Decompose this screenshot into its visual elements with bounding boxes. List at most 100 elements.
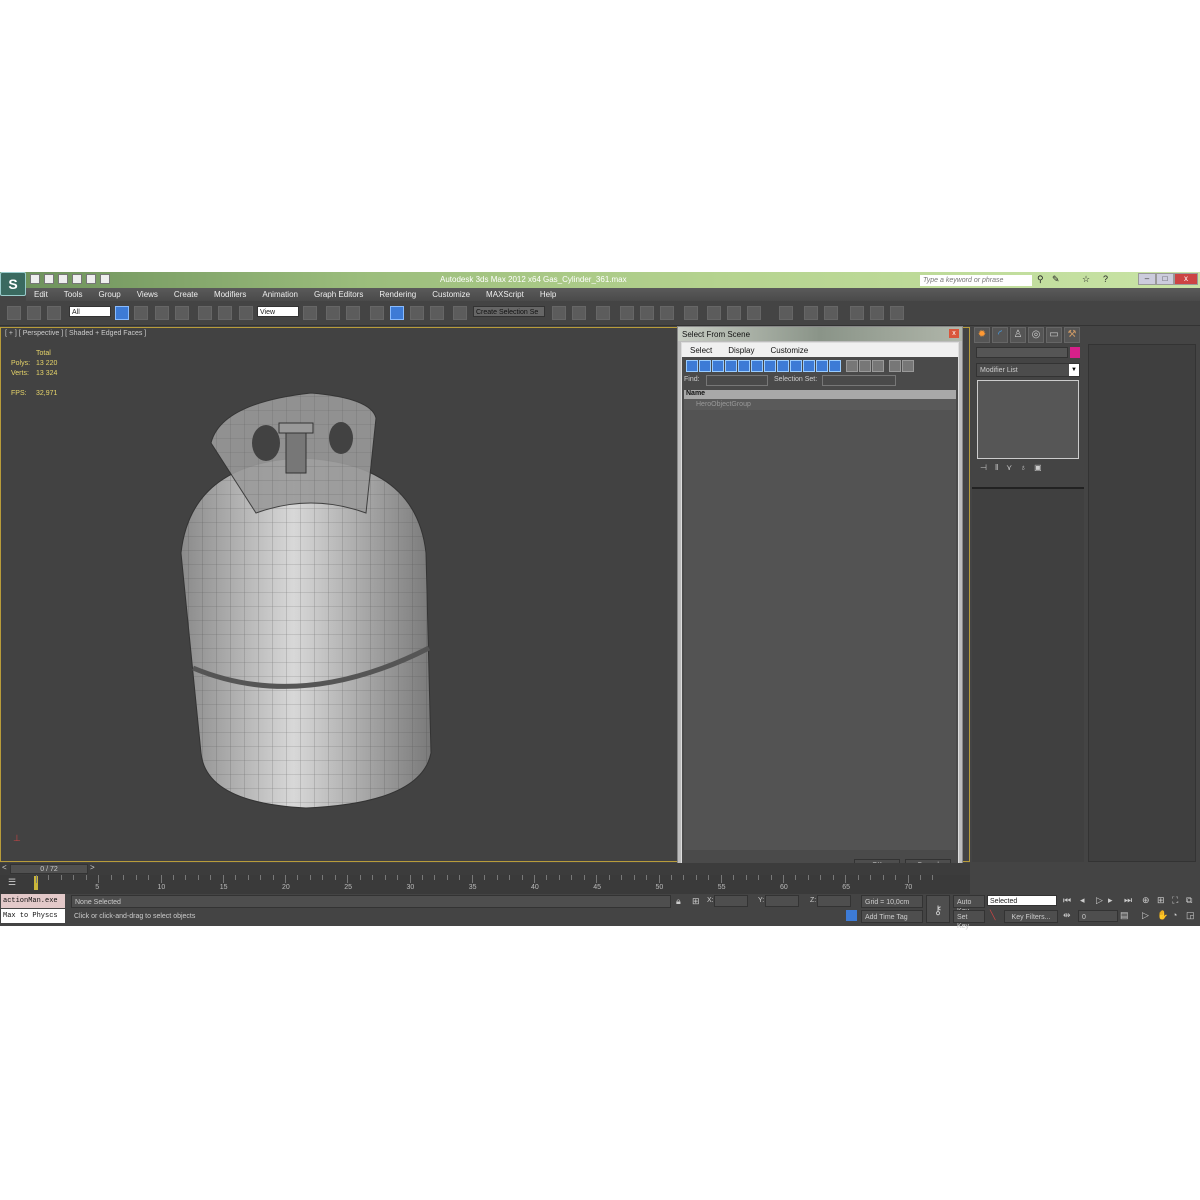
physx-icon[interactable] bbox=[779, 306, 793, 320]
help-icon[interactable]: ? bbox=[1103, 274, 1108, 284]
list-item[interactable]: HeroObjectGroup bbox=[684, 399, 956, 410]
prev-frame-icon[interactable]: < bbox=[2, 863, 7, 872]
physx-objects-icon[interactable] bbox=[804, 306, 818, 320]
viewport-label[interactable]: [ + ] [ Perspective ] [ Shaded + Edged F… bbox=[5, 330, 146, 337]
time-slider[interactable]: 0 / 72 bbox=[10, 864, 88, 874]
menu-animation[interactable]: Animation bbox=[254, 288, 306, 301]
make-unique-icon[interactable]: ⋎ bbox=[1006, 463, 1012, 472]
invert-selection-icon[interactable] bbox=[872, 360, 884, 372]
project-icon[interactable] bbox=[100, 274, 110, 284]
key-mode-toggle-icon[interactable]: ⇹ bbox=[1063, 910, 1071, 921]
zoom-icon[interactable]: ⊕ bbox=[1142, 895, 1150, 906]
mirror-icon[interactable] bbox=[552, 306, 566, 320]
lock-icon[interactable]: 🔒︎ bbox=[676, 896, 681, 907]
select-none-icon[interactable] bbox=[859, 360, 871, 372]
object-color-swatch[interactable] bbox=[1070, 347, 1080, 358]
helpers-filter-icon[interactable] bbox=[738, 360, 750, 372]
x-coord-field[interactable] bbox=[714, 895, 748, 907]
menu-modifiers[interactable]: Modifiers bbox=[206, 288, 254, 301]
redo-icon[interactable] bbox=[86, 274, 96, 284]
menu-graph-editors[interactable]: Graph Editors bbox=[306, 288, 371, 301]
selection-filter-dropdown[interactable]: All bbox=[69, 306, 111, 317]
simulation-step-icon[interactable] bbox=[890, 306, 904, 320]
select-by-name-icon[interactable] bbox=[134, 306, 148, 320]
display-tab-icon[interactable]: ▭ bbox=[1046, 327, 1062, 343]
field-of-view-icon[interactable]: ▷ bbox=[1142, 910, 1149, 921]
open-icon[interactable] bbox=[44, 274, 54, 284]
z-coord-field[interactable] bbox=[817, 895, 851, 907]
maxscript-listener-line1[interactable]: actionMan.exe bbox=[1, 894, 65, 908]
menu-help[interactable]: Help bbox=[532, 288, 564, 301]
dialog-menu-customize[interactable]: Customize bbox=[762, 343, 816, 357]
scene-object-list[interactable] bbox=[684, 410, 956, 850]
next-frame-icon[interactable]: > bbox=[90, 863, 95, 872]
menu-customize[interactable]: Customize bbox=[424, 288, 478, 301]
link-icon[interactable] bbox=[7, 306, 21, 320]
move-icon[interactable] bbox=[198, 306, 212, 320]
y-coord-field[interactable] bbox=[765, 895, 799, 907]
shapes-filter-icon[interactable] bbox=[699, 360, 711, 372]
layer-manager-icon[interactable] bbox=[596, 306, 610, 320]
app-logo-button[interactable]: S bbox=[0, 272, 26, 296]
pin-stack-icon[interactable]: ⊣ bbox=[980, 463, 987, 472]
containers-filter-icon[interactable] bbox=[803, 360, 815, 372]
rotate-icon[interactable] bbox=[218, 306, 232, 320]
bones-filter-icon[interactable] bbox=[790, 360, 802, 372]
simulation-play-icon[interactable] bbox=[870, 306, 884, 320]
spacewarps-filter-icon[interactable] bbox=[751, 360, 763, 372]
percent-snap-icon[interactable] bbox=[410, 306, 424, 320]
dialog-menu-select[interactable]: Select bbox=[682, 343, 720, 357]
key-filters-button[interactable]: Key Filters... bbox=[1004, 910, 1058, 923]
select-manipulate-icon[interactable] bbox=[326, 306, 340, 320]
add-time-tag-button[interactable]: Add Time Tag bbox=[861, 910, 923, 923]
play-icon[interactable]: ▷ bbox=[1096, 895, 1103, 906]
simulation-reset-icon[interactable] bbox=[850, 306, 864, 320]
object-name-field[interactable] bbox=[976, 347, 1068, 358]
menu-edit[interactable]: Edit bbox=[26, 288, 56, 301]
zoom-extents-all-icon[interactable]: ⧉ bbox=[1186, 895, 1192, 906]
graphite-icon[interactable] bbox=[620, 306, 634, 320]
track-bar-menu-icon[interactable]: ☰ bbox=[8, 877, 16, 888]
track-bar[interactable]: ☰ 5 10 15 20 25 30 35 40 45 50 55 60 65 70 bbox=[0, 875, 970, 894]
dialog-menu-display[interactable]: Display bbox=[720, 343, 762, 357]
reference-coord-dropdown[interactable]: View bbox=[257, 306, 299, 317]
menu-tools[interactable]: Tools bbox=[56, 288, 91, 301]
zoom-all-icon[interactable]: ⊞ bbox=[1157, 895, 1165, 906]
cameras-filter-icon[interactable] bbox=[725, 360, 737, 372]
absolute-mode-icon[interactable]: ⊞ bbox=[692, 896, 700, 907]
binoculars-icon[interactable]: ⚲ bbox=[1037, 274, 1044, 285]
physx-tools-icon[interactable] bbox=[824, 306, 838, 320]
auto-key-button[interactable]: Auto Key bbox=[953, 895, 985, 915]
maximize-button[interactable]: □ bbox=[1156, 273, 1174, 285]
xrefs-filter-icon[interactable] bbox=[777, 360, 789, 372]
spinner-snap-icon[interactable] bbox=[430, 306, 444, 320]
material-editor-icon[interactable] bbox=[684, 306, 698, 320]
lights-filter-icon[interactable] bbox=[712, 360, 724, 372]
select-object-icon[interactable] bbox=[115, 306, 129, 320]
wrench-icon[interactable]: ✎ bbox=[1052, 274, 1060, 285]
show-end-result-icon[interactable]: ‖ bbox=[995, 463, 998, 472]
create-tab-icon[interactable]: ✹ bbox=[974, 327, 990, 343]
previous-key-icon[interactable]: ◂ bbox=[1080, 895, 1085, 906]
snap-toggle-icon[interactable] bbox=[370, 306, 384, 320]
remove-modifier-icon[interactable]: ♁ bbox=[1020, 463, 1026, 472]
set-key-button[interactable]: Set Key bbox=[953, 910, 985, 930]
rect-selection-icon[interactable] bbox=[155, 306, 169, 320]
current-frame-field[interactable]: 0 bbox=[1078, 910, 1118, 922]
curve-editor-icon[interactable] bbox=[640, 306, 654, 320]
search-input[interactable]: Type a keyword or phrase bbox=[920, 275, 1032, 286]
named-selection-dropdown[interactable]: Create Selection Se bbox=[473, 306, 545, 317]
selection-set-dropdown[interactable] bbox=[822, 375, 896, 386]
menu-rendering[interactable]: Rendering bbox=[371, 288, 424, 301]
render-production-icon[interactable] bbox=[747, 306, 761, 320]
utilities-tab-icon[interactable]: ⚒ bbox=[1064, 327, 1080, 343]
motion-tab-icon[interactable]: ◎ bbox=[1028, 327, 1044, 343]
minimize-button[interactable]: – bbox=[1138, 273, 1156, 285]
undo-icon[interactable] bbox=[72, 274, 82, 284]
modify-tab-icon[interactable]: ◜ bbox=[992, 327, 1008, 343]
orbit-icon[interactable]: ◔ bbox=[1172, 910, 1177, 920]
configure-sets-icon[interactable]: ▣ bbox=[1034, 463, 1042, 472]
menu-group[interactable]: Group bbox=[90, 288, 128, 301]
new-icon[interactable] bbox=[30, 274, 40, 284]
find-input[interactable] bbox=[706, 375, 768, 386]
